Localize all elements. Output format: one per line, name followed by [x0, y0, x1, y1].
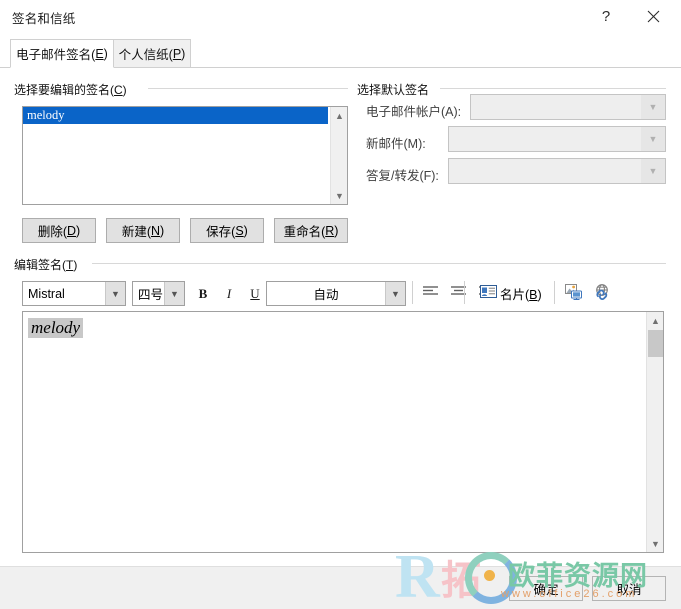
align-left-icon: [422, 285, 439, 301]
chevron-up-icon[interactable]: ▲: [331, 107, 347, 124]
rename-button[interactable]: 重命名(R): [274, 218, 348, 243]
business-card-button[interactable]: 名片(B): [480, 281, 542, 305]
tab-strip: 电子邮件签名(E) 个人信纸(P): [0, 32, 681, 68]
new-button[interactable]: 新建(N): [106, 218, 180, 243]
email-account-dropdown[interactable]: ▼: [470, 94, 666, 120]
font-family-dropdown[interactable]: Mistral ▼: [22, 281, 126, 306]
scrollbar-thumb[interactable]: [648, 330, 663, 357]
insert-picture-button[interactable]: [562, 281, 586, 305]
edit-signature-group-divider: [92, 263, 666, 264]
replies-forwards-dropdown[interactable]: ▼: [448, 158, 666, 184]
chevron-up-icon[interactable]: ▲: [647, 312, 663, 329]
italic-button[interactable]: I: [218, 282, 240, 306]
toolbar-separator: [554, 281, 555, 304]
question-mark-icon: ?: [601, 7, 611, 25]
align-center-button[interactable]: [446, 282, 470, 304]
tab-personal-stationery-label: 个人信纸(: [118, 48, 173, 62]
save-button[interactable]: 保存(S): [190, 218, 264, 243]
chevron-down-icon[interactable]: ▼: [647, 535, 663, 552]
font-color-value: 自动: [313, 288, 339, 302]
signature-editor-scrollbar[interactable]: ▲ ▼: [646, 312, 663, 552]
chevron-down-icon[interactable]: ▼: [331, 187, 347, 204]
chevron-down-icon[interactable]: ▼: [385, 282, 405, 305]
delete-button[interactable]: 删除(D): [22, 218, 96, 243]
dialog-content: 选择要编辑的签名(C) 选择默认签名 melody ▲ ▼ 删除(D) 新建(N…: [0, 68, 681, 566]
signature-editor-content[interactable]: melody: [28, 318, 84, 338]
edit-signature-group-label: 编辑签名(T): [14, 258, 78, 272]
formatting-toolbar: Mistral ▼ 四号 ▼ B I U 自动 ▼ 名片(B): [22, 280, 664, 308]
signature-list[interactable]: melody ▲ ▼: [22, 106, 348, 205]
business-card-icon: [480, 285, 497, 301]
insert-hyperlink-button[interactable]: [590, 281, 614, 305]
toolbar-separator: [464, 281, 465, 304]
chevron-down-icon[interactable]: ▼: [105, 282, 125, 305]
chevron-down-icon[interactable]: ▼: [641, 127, 665, 151]
tab-email-signature-tail: ): [103, 46, 108, 61]
select-signature-group-divider: [148, 88, 348, 89]
close-icon: [647, 10, 660, 23]
tab-email-signature-accel: E: [95, 46, 104, 61]
font-color-dropdown[interactable]: 自动 ▼: [266, 281, 406, 306]
default-signature-group-divider: [440, 88, 666, 89]
window-title: 签名和信纸: [12, 12, 76, 26]
tab-personal-stationery-tail: ): [181, 46, 186, 61]
chevron-down-icon[interactable]: ▼: [641, 95, 665, 119]
font-size-dropdown[interactable]: 四号 ▼: [132, 281, 185, 306]
tab-email-signature[interactable]: 电子邮件签名(E): [10, 39, 114, 68]
underline-button[interactable]: U: [244, 282, 266, 306]
title-bar: 签名和信纸 ?: [0, 0, 681, 33]
bold-button[interactable]: B: [192, 282, 214, 306]
help-button[interactable]: ?: [586, 0, 626, 32]
ok-button[interactable]: 确定: [509, 576, 583, 601]
font-family-value: Mistral: [28, 286, 65, 301]
replies-forwards-label: 答复/转发(F):: [366, 169, 439, 183]
insert-hyperlink-icon: [593, 283, 611, 303]
new-messages-dropdown[interactable]: ▼: [448, 126, 666, 152]
business-card-label: 名片(B): [500, 287, 542, 302]
align-left-button[interactable]: [418, 282, 442, 304]
email-account-label: 电子邮件帐户(A):: [366, 105, 462, 119]
signature-list-scrollbar[interactable]: ▲ ▼: [330, 107, 347, 204]
tab-personal-stationery-accel: P: [172, 46, 182, 61]
default-signature-group-label: 选择默认签名: [357, 83, 430, 97]
toolbar-separator: [412, 281, 413, 304]
insert-picture-icon: [565, 283, 583, 303]
cancel-button[interactable]: 取消: [592, 576, 666, 601]
tab-personal-stationery[interactable]: 个人信纸(P): [113, 39, 191, 68]
select-signature-group-label: 选择要编辑的签名(C): [14, 83, 127, 97]
font-size-value: 四号: [138, 288, 164, 302]
list-item[interactable]: melody: [23, 107, 328, 124]
chevron-down-icon[interactable]: ▼: [641, 159, 665, 183]
dialog-footer: 确定 取消: [0, 566, 681, 609]
new-messages-label: 新邮件(M):: [366, 137, 426, 151]
chevron-down-icon[interactable]: ▼: [164, 282, 184, 305]
tab-email-signature-label: 电子邮件签名(: [16, 48, 96, 62]
signature-editor[interactable]: melody ▲ ▼: [22, 311, 664, 553]
close-button[interactable]: [633, 0, 673, 32]
